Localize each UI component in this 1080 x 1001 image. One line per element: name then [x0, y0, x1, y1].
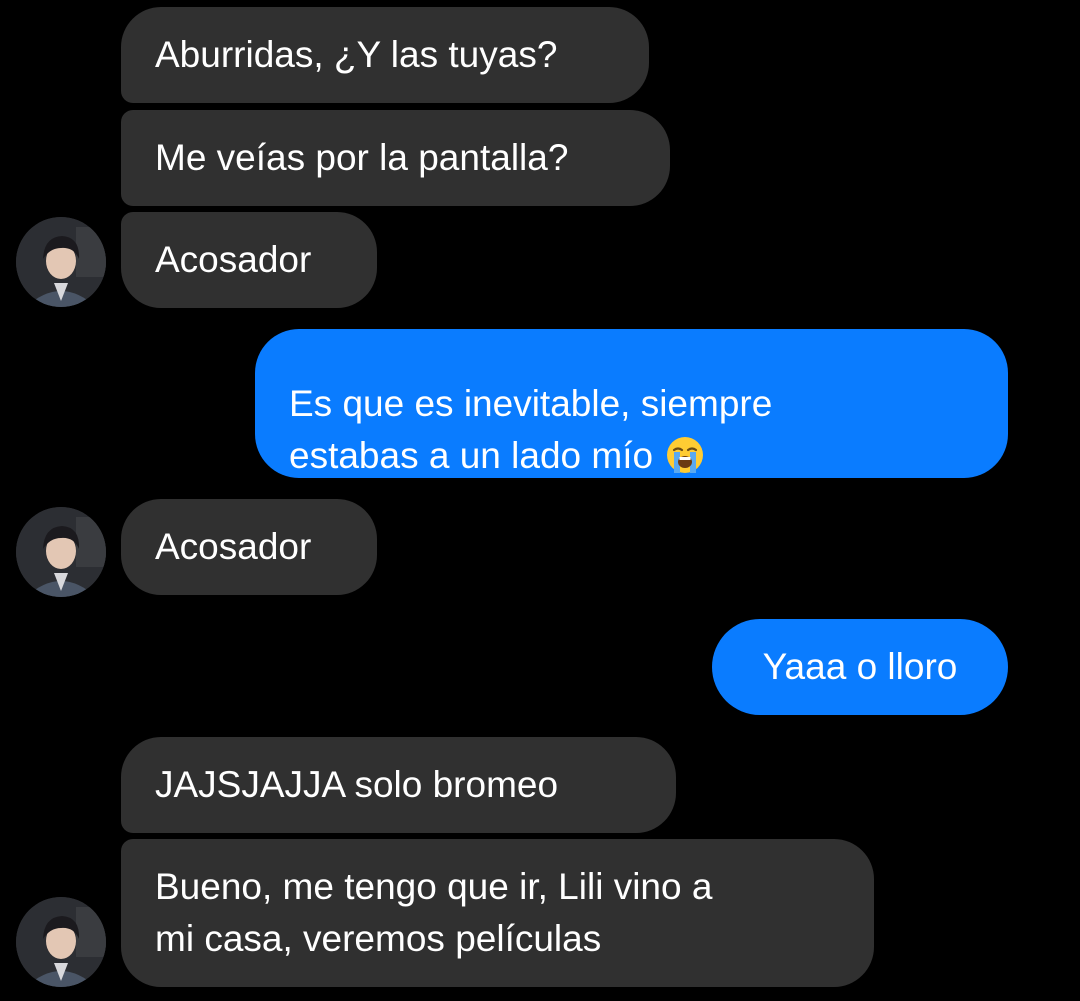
- message-bubble-incoming[interactable]: Acosador: [121, 212, 377, 308]
- contact-avatar[interactable]: [16, 217, 106, 307]
- message-bubble-incoming[interactable]: Bueno, me tengo que ir, Lili vino a mi c…: [121, 839, 874, 987]
- contact-avatar[interactable]: [16, 507, 106, 597]
- message-bubble-incoming[interactable]: Me veías por la pantalla?: [121, 110, 670, 206]
- message-bubble-incoming[interactable]: Aburridas, ¿Y las tuyas?: [121, 7, 649, 103]
- message-bubble-outgoing[interactable]: Yaaa o lloro: [712, 619, 1008, 715]
- message-bubble-incoming[interactable]: Acosador: [121, 499, 377, 595]
- message-bubble-outgoing[interactable]: Es que es inevitable, siempre estabas a …: [255, 329, 1008, 478]
- loudly-crying-face-icon: [667, 436, 704, 473]
- contact-avatar[interactable]: [16, 897, 106, 987]
- message-text: Me veías por la pantalla?: [155, 137, 569, 178]
- message-text: Es que es inevitable, siempre estabas a …: [289, 382, 773, 476]
- message-text: Acosador: [155, 239, 312, 280]
- avatar-photo: [16, 217, 106, 307]
- message-text: Aburridas, ¿Y las tuyas?: [155, 34, 558, 75]
- avatar-photo: [16, 897, 106, 987]
- message-text: Bueno, me tengo que ir, Lili vino a mi c…: [155, 866, 713, 959]
- message-text: JAJSJAJJA solo bromeo: [155, 764, 559, 805]
- message-text: Yaaa o lloro: [762, 646, 958, 687]
- message-bubble-incoming[interactable]: JAJSJAJJA solo bromeo: [121, 737, 676, 833]
- avatar-photo: [16, 507, 106, 597]
- message-text: Acosador: [155, 526, 312, 567]
